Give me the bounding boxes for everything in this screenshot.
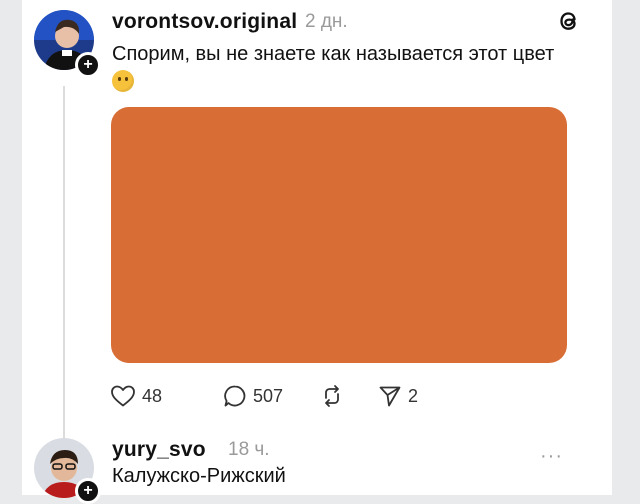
comment-button[interactable]: 507 [223,381,283,411]
share-button[interactable]: 2 [378,381,418,411]
comment-icon [224,385,246,407]
share-count: 2 [408,385,419,406]
post-time: 2 дн. [305,11,348,32]
repost-icon [325,385,339,407]
like-count: 48 [142,385,163,406]
thread-connector-line [63,86,65,438]
reply-follow-plus-icon[interactable]: + [75,478,101,504]
post-username[interactable]: vorontsov.original [112,10,297,34]
repost-button[interactable] [320,381,344,411]
heart-icon [111,385,135,407]
threads-logo-icon[interactable] [556,8,582,34]
post-actions: 48 507 2 [110,381,450,411]
reply-text: Калужско-Рижский [112,465,286,487]
thread-card: + vorontsov.original 2 дн. Спорим, вы не… [22,0,612,504]
reply-time: 18 ч. [228,439,270,460]
comment-count: 507 [253,385,284,406]
post-text-content: Спорим, вы не знаете как называется этот… [112,43,555,65]
thinking-face-icon [112,70,134,92]
follow-plus-icon[interactable]: + [75,52,101,78]
color-swatch-image[interactable] [111,107,567,363]
reply-more-menu-icon[interactable]: ··· [540,445,563,468]
like-button[interactable]: 48 [110,381,162,411]
post-text: Спорим, вы не знаете как называется этот… [112,40,562,96]
page: + vorontsov.original 2 дн. Спорим, вы не… [0,0,640,504]
reply-username[interactable]: yury_svo [112,438,206,462]
send-icon [379,386,401,407]
